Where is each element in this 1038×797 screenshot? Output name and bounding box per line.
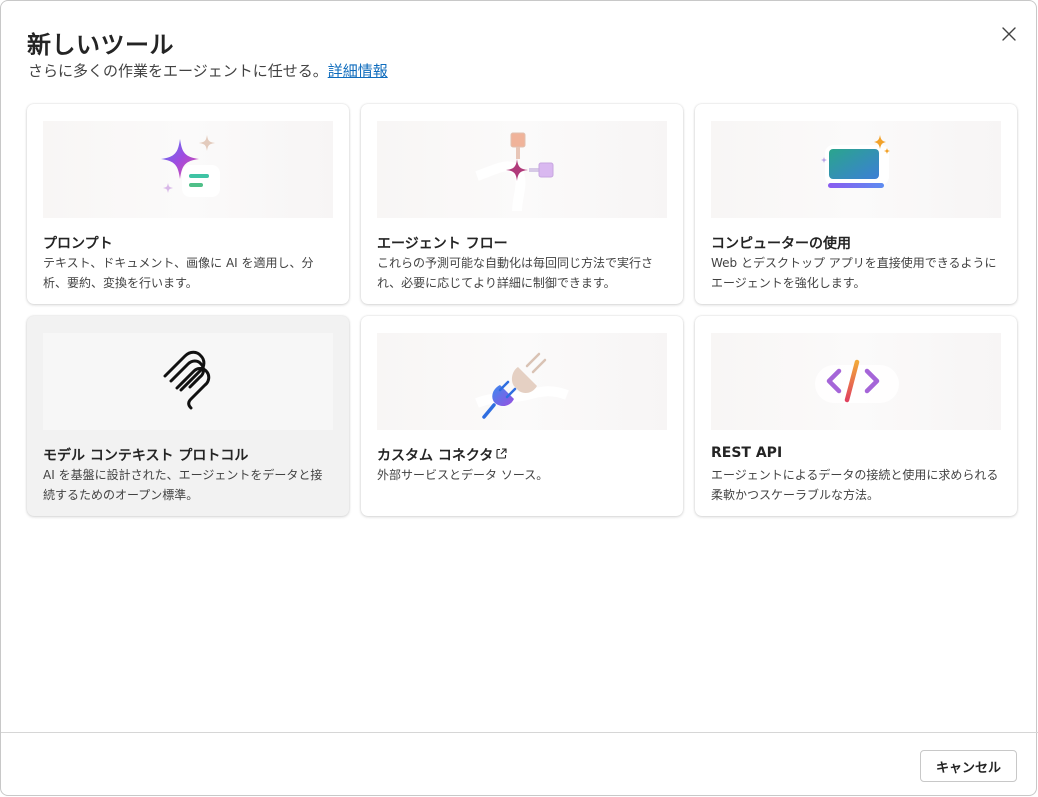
computer-use-icon — [821, 135, 890, 188]
new-tool-dialog: 新しいツール さらに多くの作業をエージェントに任せる。詳細情報 プロンプト テキ… — [0, 0, 1038, 796]
card-description: AI を基盤に設計された、エージェントをデータと接続するためのオープン標準。 — [43, 468, 323, 502]
code-brackets-icon — [815, 359, 899, 403]
card-thumbnail — [377, 333, 667, 430]
card-description: 外部サービスとデータ ソース。 — [377, 468, 549, 482]
mcp-icon — [163, 350, 211, 410]
tool-card-mcp[interactable]: モデル コンテキスト プロトコル AI を基盤に設計された、エージェントをデータ… — [27, 316, 349, 516]
agent-flow-icon — [475, 132, 554, 212]
card-title-text: カスタム コネクタ — [377, 448, 494, 464]
external-link-icon — [496, 447, 507, 463]
close-icon — [1002, 27, 1016, 41]
tool-card-rest-api[interactable]: REST API エージェントによるデータの接続と使用に求められる柔軟かつスケー… — [695, 316, 1017, 516]
card-title: プロンプト — [43, 236, 113, 252]
tool-card-computer-use[interactable]: コンピューターの使用 Web とデスクトップ アプリを直接使用できるようにエージ… — [695, 104, 1017, 304]
card-title: REST API — [711, 445, 783, 461]
card-description: エージェントによるデータの接続と使用に求められる柔軟かつスケーラブルな方法。 — [711, 468, 999, 502]
card-description: Web とデスクトップ アプリを直接使用できるようにエージェントを強化します。 — [711, 256, 997, 290]
card-thumbnail — [711, 121, 1001, 218]
card-thumbnail — [43, 121, 333, 218]
plug-connector-icon — [475, 352, 569, 419]
learn-more-link[interactable]: 詳細情報 — [328, 62, 388, 80]
footer-divider — [1, 732, 1038, 733]
card-description: これらの予測可能な自動化は毎回同じ方法で実行され、必要に応じてより詳細に制御でき… — [377, 256, 654, 290]
card-title: コンピューターの使用 — [711, 236, 851, 252]
tool-card-prompt[interactable]: プロンプト テキスト、ドキュメント、画像に AI を適用し、分析、要約、変換を行… — [27, 104, 349, 304]
tool-card-agent-flow[interactable]: エージェント フロー これらの予測可能な自動化は毎回同じ方法で実行され、必要に応… — [361, 104, 683, 304]
card-title: カスタム コネクタ — [377, 445, 507, 465]
card-thumbnail — [711, 333, 1001, 430]
dialog-subtitle: さらに多くの作業をエージェントに任せる。詳細情報 — [28, 60, 388, 81]
card-description: テキスト、ドキュメント、画像に AI を適用し、分析、要約、変換を行います。 — [43, 256, 314, 290]
card-title: エージェント フロー — [377, 236, 508, 252]
subtitle-text: さらに多くの作業をエージェントに任せる。 — [28, 62, 328, 80]
dialog-title: 新しいツール — [27, 31, 174, 59]
close-button[interactable] — [995, 20, 1023, 48]
card-thumbnail — [377, 121, 667, 218]
cancel-button[interactable]: キャンセル — [920, 750, 1017, 782]
card-title: モデル コンテキスト プロトコル — [43, 448, 249, 464]
card-thumbnail — [43, 333, 333, 430]
tool-card-custom-connector[interactable]: カスタム コネクタ 外部サービスとデータ ソース。 — [361, 316, 683, 516]
prompt-sparkle-icon — [161, 135, 220, 197]
